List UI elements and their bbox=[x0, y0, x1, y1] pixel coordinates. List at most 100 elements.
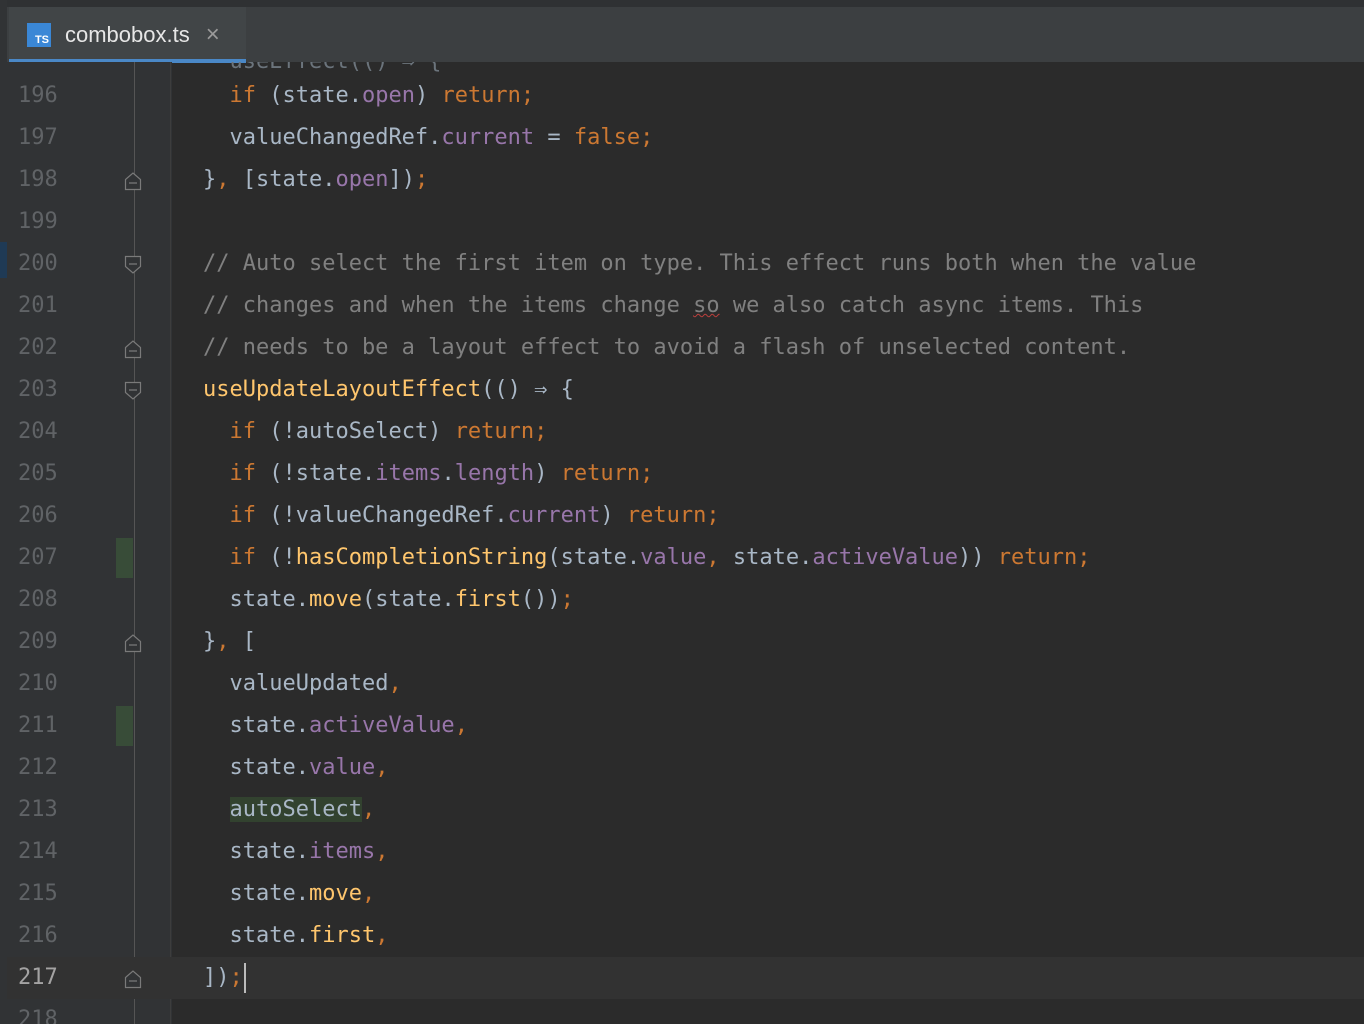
code-token: activeValue bbox=[812, 545, 959, 570]
code-token: (state. bbox=[361, 587, 455, 612]
code-token: state. bbox=[229, 839, 309, 864]
line-number: 198 bbox=[18, 167, 58, 192]
code-token: } bbox=[203, 629, 217, 654]
code-line[interactable]: 206 if (!valueChangedRef.current) return… bbox=[7, 495, 1364, 537]
code-line[interactable]: 207 if (!hasCompletionString(state.value… bbox=[7, 537, 1364, 579]
code-token: (state. bbox=[256, 83, 362, 108]
line-code: if (!autoSelect) return; bbox=[203, 411, 548, 453]
line-code: if (!valueChangedRef.current) return; bbox=[203, 495, 720, 537]
line-number: 200 bbox=[18, 251, 58, 276]
code-token: state. bbox=[229, 713, 309, 738]
code-token: state. bbox=[719, 545, 813, 570]
code-line[interactable]: 218 bbox=[7, 999, 1364, 1024]
code-token: ]) bbox=[388, 167, 415, 192]
code-line[interactable]: 216 state.first, bbox=[7, 915, 1364, 957]
code-line[interactable]: 211 state.activeValue, bbox=[7, 705, 1364, 747]
line-code: state.activeValue, bbox=[203, 705, 468, 747]
code-token: current bbox=[507, 503, 601, 528]
line-number: 216 bbox=[18, 923, 58, 948]
code-token: . bbox=[441, 461, 455, 486]
code-token: , bbox=[375, 755, 389, 780]
code-token: if bbox=[229, 461, 257, 486]
code-token: return; bbox=[560, 461, 654, 486]
code-token: [ bbox=[229, 629, 256, 654]
fold-end-icon[interactable] bbox=[124, 339, 142, 359]
line-code: state.items, bbox=[203, 831, 389, 873]
code-token: ) bbox=[534, 461, 561, 486]
line-code: useUpdateLayoutEffect(() ⇒ { bbox=[203, 369, 574, 411]
project-marker bbox=[0, 242, 7, 278]
line-number: 213 bbox=[18, 797, 58, 822]
code-editor[interactable]: useEffect(() ⇒ { 196 if (state.open) ret… bbox=[7, 62, 1364, 1024]
line-number: 218 bbox=[18, 1007, 58, 1024]
code-token: ) bbox=[600, 503, 627, 528]
code-line[interactable]: 212 state.value, bbox=[7, 747, 1364, 789]
line-code: if (state.open) return; bbox=[203, 75, 535, 117]
code-token: autoSelect bbox=[229, 797, 362, 822]
code-token: state. bbox=[229, 755, 309, 780]
line-number: 215 bbox=[18, 881, 58, 906]
code-line[interactable]: 203 useUpdateLayoutEffect(() ⇒ { bbox=[7, 369, 1364, 411]
code-token: // Auto select the first item on type. T… bbox=[203, 251, 1197, 276]
typescript-file-icon: TS bbox=[27, 22, 51, 47]
code-token: (state. bbox=[547, 545, 641, 570]
code-token: open bbox=[335, 167, 389, 192]
code-token: return; bbox=[626, 503, 720, 528]
code-token: (! bbox=[256, 545, 296, 570]
code-line[interactable]: 215 state.move, bbox=[7, 873, 1364, 915]
line-number: 196 bbox=[18, 83, 58, 108]
code-token: valueUpdated bbox=[229, 671, 389, 696]
code-line[interactable]: 213 autoSelect, bbox=[7, 789, 1364, 831]
line-code: state.first, bbox=[203, 915, 389, 957]
code-line[interactable]: 209 }, [ bbox=[7, 621, 1364, 663]
code-line[interactable]: 208 state.move(state.first()); bbox=[7, 579, 1364, 621]
code-line[interactable]: 205 if (!state.items.length) return; bbox=[7, 453, 1364, 495]
fold-end-icon[interactable] bbox=[124, 969, 142, 989]
code-line[interactable]: 199 bbox=[7, 201, 1364, 243]
line-code: // changes and when the items change so … bbox=[203, 285, 1143, 327]
code-line[interactable]: 217]); bbox=[7, 957, 1364, 999]
code-token: , bbox=[388, 671, 402, 696]
code-token: ()) bbox=[520, 587, 561, 612]
code-line[interactable]: 197 valueChangedRef.current = false; bbox=[7, 117, 1364, 159]
code-token: // needs to be a layout effect to avoid … bbox=[203, 335, 1131, 360]
code-token: value bbox=[308, 755, 376, 780]
code-token: items bbox=[308, 839, 376, 864]
code-line[interactable]: 202 // needs to be a layout effect to avo… bbox=[7, 327, 1364, 369]
code-token: items bbox=[375, 461, 442, 486]
code-line[interactable]: 196 if (state.open) return; bbox=[7, 75, 1364, 117]
code-token: if bbox=[229, 503, 257, 528]
line-code: // needs to be a layout effect to avoid … bbox=[203, 327, 1130, 369]
code-line[interactable]: 210 valueUpdated, bbox=[7, 663, 1364, 705]
code-token: first bbox=[454, 587, 521, 612]
vcs-change-marker[interactable] bbox=[116, 538, 133, 578]
fold-start-icon[interactable] bbox=[124, 381, 142, 401]
code-token: , bbox=[361, 881, 376, 906]
code-token: , bbox=[706, 545, 720, 570]
vcs-change-marker[interactable] bbox=[116, 706, 133, 746]
line-number: 204 bbox=[18, 419, 58, 444]
tab-title: combobox.ts bbox=[65, 21, 190, 47]
editor-tab-bar: TS combobox.ts × bbox=[7, 0, 1364, 63]
line-code: // Auto select the first item on type. T… bbox=[203, 243, 1196, 285]
code-line[interactable]: 198}, [state.open]); bbox=[7, 159, 1364, 201]
close-icon[interactable]: × bbox=[206, 21, 220, 49]
code-token: (() ⇒ { bbox=[481, 377, 574, 402]
line-number: 201 bbox=[18, 293, 58, 318]
code-token: state. bbox=[229, 881, 309, 906]
text-caret bbox=[243, 963, 246, 993]
code-line[interactable]: 201 // changes and when the items change … bbox=[7, 285, 1364, 327]
fold-end-icon[interactable] bbox=[124, 171, 142, 191]
code-line[interactable]: 200 // Auto select the first item on type… bbox=[7, 243, 1364, 285]
fold-start-icon[interactable] bbox=[124, 255, 142, 275]
line-code: state.value, bbox=[203, 747, 389, 789]
code-token: value bbox=[640, 545, 707, 570]
line-number: 199 bbox=[18, 209, 58, 234]
code-line[interactable]: 204 if (!autoSelect) return; bbox=[7, 411, 1364, 453]
tab-combobox-ts[interactable]: TS combobox.ts × bbox=[9, 7, 246, 62]
code-token: return; bbox=[441, 83, 535, 108]
code-line[interactable]: 214 state.items, bbox=[7, 831, 1364, 873]
fold-end-icon[interactable] bbox=[124, 633, 142, 653]
line-number: 209 bbox=[18, 629, 58, 654]
line-code: }, [ bbox=[203, 621, 256, 663]
